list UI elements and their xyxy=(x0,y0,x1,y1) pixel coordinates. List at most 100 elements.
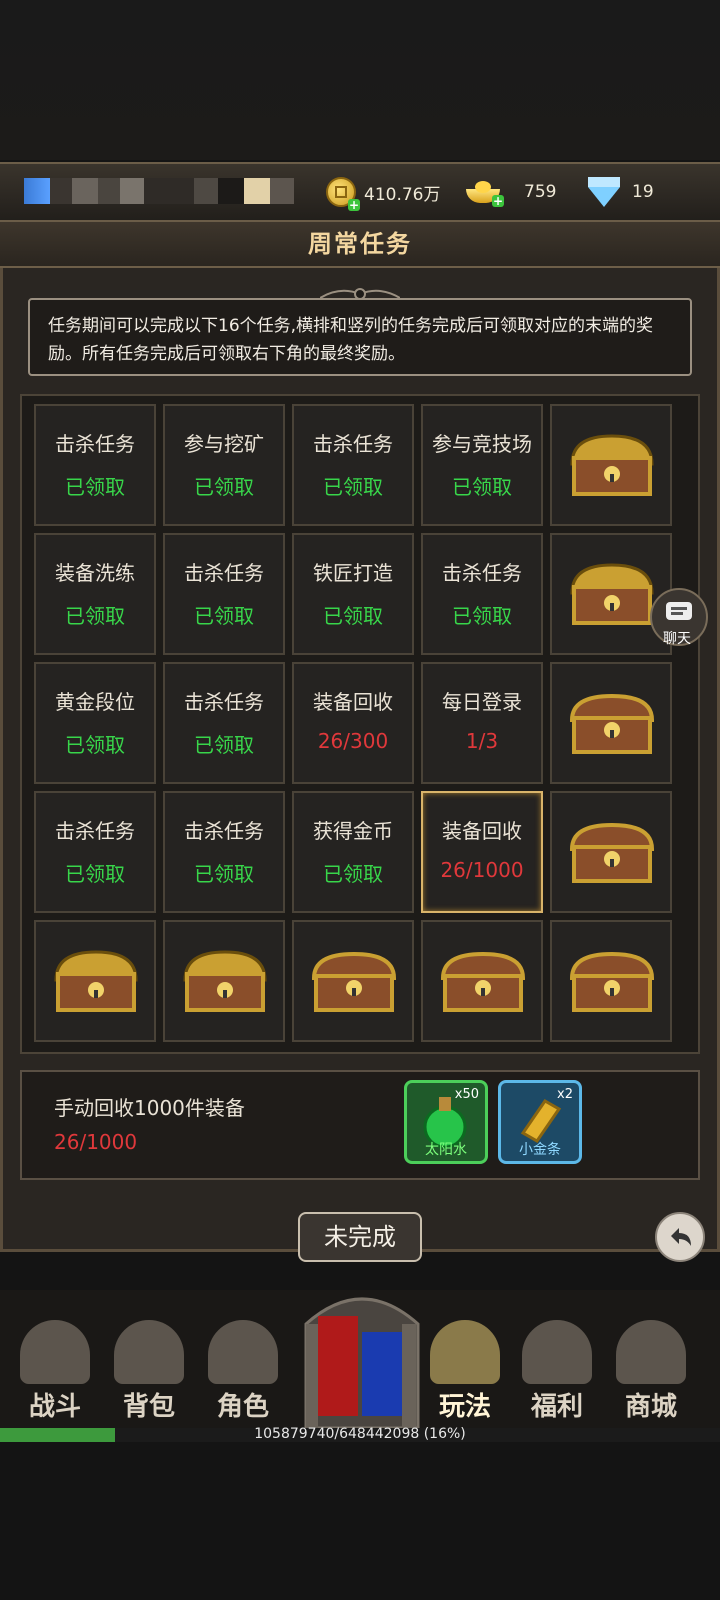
task-cell[interactable]: 击杀任务 已领取 xyxy=(163,533,285,655)
task-cell[interactable]: 击杀任务 已领取 xyxy=(34,404,156,526)
task-status: 已领取 xyxy=(323,475,383,499)
open-chest-icon xyxy=(570,434,654,496)
ingot-resource[interactable]: + 759 xyxy=(466,174,556,210)
character-icon xyxy=(208,1320,278,1384)
chest-icon xyxy=(522,1320,592,1384)
task-status: 26/1000 xyxy=(440,858,524,882)
nav-item[interactable]: 玩法 xyxy=(420,1310,510,1428)
reward-qty: x2 xyxy=(557,1087,573,1102)
task-status: 已领取 xyxy=(452,604,512,628)
task-name: 装备回收 xyxy=(442,819,522,843)
task-cell[interactable]: 装备回收 26/1000 xyxy=(421,791,543,913)
closed-chest-icon xyxy=(569,951,655,1012)
task-cell[interactable]: 装备洗练 已领取 xyxy=(34,533,156,655)
task-cell[interactable]: 击杀任务 已领取 xyxy=(292,404,414,526)
task-name: 黄金段位 xyxy=(55,690,135,714)
task-cell[interactable]: 装备回收 26/300 xyxy=(292,662,414,784)
chat-icon xyxy=(666,602,692,620)
task-name: 击杀任务 xyxy=(55,432,135,456)
task-status: 已领取 xyxy=(194,733,254,757)
shop-icon xyxy=(616,1320,686,1384)
player-name-blurred xyxy=(24,178,304,204)
closed-chest-icon xyxy=(569,822,655,883)
task-name: 每日登录 xyxy=(442,690,522,714)
nav-label: 战斗 xyxy=(28,1392,81,1422)
top-backdrop xyxy=(0,0,720,160)
closed-chest-icon xyxy=(311,951,397,1012)
nav-label: 角色 xyxy=(216,1392,269,1422)
gold-ingot-icon: + xyxy=(466,181,504,207)
task-name: 装备回收 xyxy=(313,690,393,714)
backpack-icon xyxy=(114,1320,184,1384)
task-cell[interactable]: 击杀任务 已领取 xyxy=(163,791,285,913)
nav-label: 背包 xyxy=(122,1392,175,1422)
gold-resource[interactable]: + 410.76万 xyxy=(326,174,441,211)
back-button[interactable] xyxy=(655,1212,705,1262)
selected-task-box xyxy=(20,1070,700,1180)
task-status: 已领取 xyxy=(65,475,125,499)
task-status: 已领取 xyxy=(452,475,512,499)
task-name: 获得金币 xyxy=(313,819,393,843)
closed-chest-icon xyxy=(569,693,655,754)
back-arrow-icon xyxy=(671,1228,691,1246)
task-name: 击杀任务 xyxy=(184,561,264,585)
open-chest-icon xyxy=(183,950,267,1012)
exp-text: 105879740/648442098 (16%) xyxy=(254,1426,466,1442)
reward-name: 小金条 xyxy=(519,1142,561,1158)
task-name: 参与挖矿 xyxy=(184,432,264,456)
task-name: 装备洗练 xyxy=(55,561,135,585)
gold-amount: 410.76万 xyxy=(364,184,441,205)
reward-chest[interactable] xyxy=(550,404,672,526)
closed-chest-icon xyxy=(440,951,526,1012)
task-status: 已领取 xyxy=(194,862,254,886)
nav-label: 福利 xyxy=(530,1392,583,1422)
incomplete-button[interactable]: 未完成 xyxy=(298,1212,422,1262)
page-title: 周常任务 xyxy=(308,230,412,258)
task-name: 击杀任务 xyxy=(442,561,522,585)
chat-label: 聊天 xyxy=(663,631,691,647)
reward-item-gold-bar[interactable]: x2 小金条 xyxy=(498,1080,582,1164)
task-cell[interactable]: 击杀任务 已领取 xyxy=(34,791,156,913)
task-cell[interactable]: 参与挖矿 已领取 xyxy=(163,404,285,526)
swords-icon xyxy=(20,1320,90,1384)
reward-chest[interactable] xyxy=(550,662,672,784)
task-status: 已领取 xyxy=(194,475,254,499)
reward-chest[interactable] xyxy=(421,920,543,1042)
reward-chest[interactable] xyxy=(550,791,672,913)
diamond-resource[interactable]: 19 xyxy=(588,174,654,210)
task-status: 已领取 xyxy=(323,604,383,628)
nav-item[interactable]: 福利 xyxy=(512,1310,602,1428)
task-name: 击杀任务 xyxy=(184,819,264,843)
task-status: 已领取 xyxy=(65,604,125,628)
task-cell[interactable]: 参与竞技场 已领取 xyxy=(421,404,543,526)
task-name: 铁匠打造 xyxy=(313,561,393,585)
reward-chest[interactable] xyxy=(550,920,672,1042)
reward-chest[interactable] xyxy=(163,920,285,1042)
gold-coin-icon: + xyxy=(326,177,360,211)
reward-chest[interactable] xyxy=(34,920,156,1042)
nav-item[interactable]: 商城 xyxy=(606,1310,696,1428)
task-name: 参与竞技场 xyxy=(432,432,532,456)
task-cell[interactable]: 击杀任务 已领取 xyxy=(421,533,543,655)
nav-item[interactable]: 角色 xyxy=(198,1310,288,1428)
task-status: 1/3 xyxy=(465,729,499,753)
diamond-icon xyxy=(588,177,620,207)
gameplay-icon xyxy=(430,1320,500,1384)
selected-task-name: 手动回收1000件装备 xyxy=(54,1096,245,1120)
task-cell[interactable]: 每日登录 1/3 xyxy=(421,662,543,784)
task-cell[interactable]: 黄金段位 已领取 xyxy=(34,662,156,784)
resource-bar: + 410.76万 + 759 19 xyxy=(0,162,720,222)
reward-name: 太阳水 xyxy=(425,1142,467,1158)
task-cell[interactable]: 铁匠打造 已领取 xyxy=(292,533,414,655)
task-cell[interactable]: 击杀任务 已领取 xyxy=(163,662,285,784)
nav-item[interactable]: 背包 xyxy=(104,1310,194,1428)
portal-gate[interactable] xyxy=(298,1284,426,1430)
task-name: 击杀任务 xyxy=(184,690,264,714)
task-status: 已领取 xyxy=(65,862,125,886)
diamond-amount: 19 xyxy=(632,182,654,202)
reward-chest[interactable] xyxy=(292,920,414,1042)
nav-item[interactable]: 战斗 xyxy=(10,1310,100,1428)
task-cell[interactable]: 获得金币 已领取 xyxy=(292,791,414,913)
task-description: 任务期间可以完成以下16个任务,横排和竖列的任务完成后可领取对应的末端的奖励。所… xyxy=(28,298,692,376)
reward-item-sun-water[interactable]: x50 太阳水 xyxy=(404,1080,488,1164)
